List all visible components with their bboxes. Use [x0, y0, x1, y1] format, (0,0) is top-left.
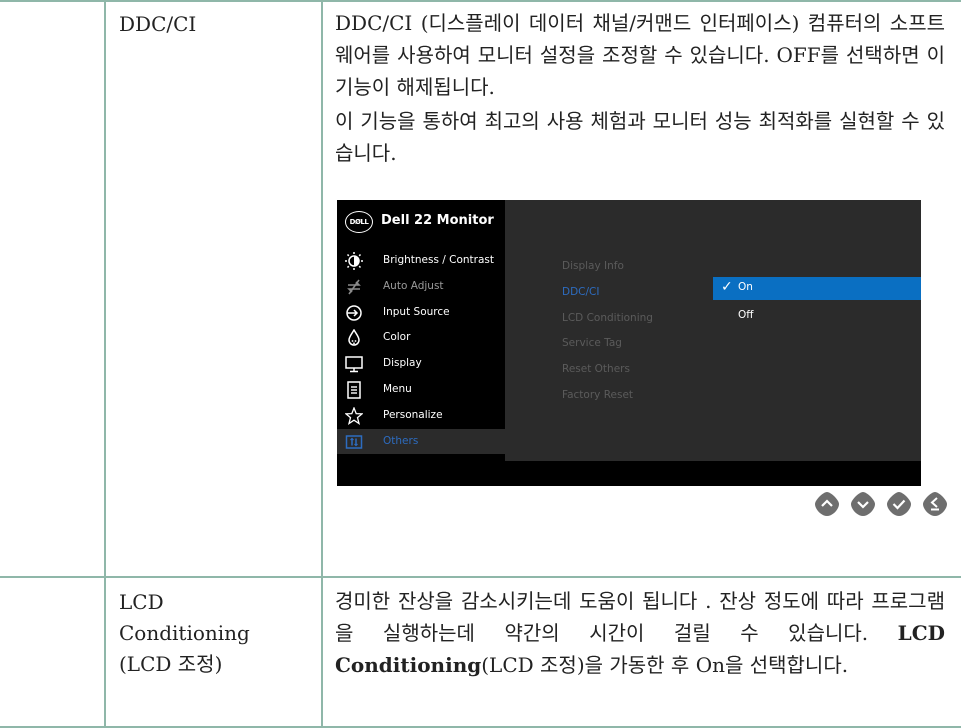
checkmark-icon: ✓ — [721, 279, 733, 295]
menu-item-input-source[interactable]: Input Source — [337, 300, 505, 326]
menu-item-auto-adjust[interactable]: Auto Adjust — [337, 274, 505, 300]
menu-item-others[interactable]: Others — [337, 428, 505, 455]
option-off[interactable]: Off — [738, 309, 754, 321]
menu-item-display[interactable]: Display — [337, 351, 505, 377]
feature-name-lcd-conditioning: LCD Conditioning (LCD 조정) — [119, 587, 250, 680]
input-source-icon — [345, 304, 363, 322]
description-paragraph: 경미한 잔상을 감소시키는데 도움이 됩니다 . 잔상 정도에 따라 프로그램을… — [335, 585, 945, 681]
option-on[interactable]: ✓ On — [713, 277, 921, 300]
back-button-icon[interactable] — [922, 491, 948, 517]
option-on-label: On — [738, 281, 753, 293]
table-row-divider — [0, 576, 961, 578]
menu-icon — [345, 381, 363, 399]
osd-title: Dell 22 Monitor — [381, 213, 494, 228]
menu-item-label: Display — [383, 357, 422, 370]
description-paragraph-2: 이 기능을 통하여 최고의 사용 체험과 모니터 성능 최적화를 실현할 수 있… — [335, 109, 945, 165]
document-page: DDC/CI DDC/CI (디스플레이 데이터 채널/커맨드 인터페이스) 컴… — [0, 0, 961, 728]
menu-item-label: Menu — [383, 382, 412, 395]
osd-menu-screenshot: DØLL Dell 22 Monitor Brightness / Contra… — [337, 200, 921, 486]
menu-item-label: Brightness / Contrast — [383, 254, 495, 266]
display-icon — [345, 355, 363, 373]
color-icon — [345, 328, 363, 347]
submenu-item-service-tag[interactable]: Service Tag — [562, 331, 653, 357]
check-button-icon[interactable] — [886, 491, 912, 517]
feature-description-lcd-conditioning: 경미한 잔상을 감소시키는데 도움이 됩니다 . 잔상 정도에 따라 프로그램을… — [335, 585, 945, 681]
others-icon — [345, 433, 363, 451]
table-column-divider-1 — [104, 0, 106, 728]
feature-name-ddcci: DDC/CI — [119, 12, 197, 36]
menu-item-brightness-contrast[interactable]: Brightness / Contrast — [337, 248, 505, 274]
submenu-item-lcd-conditioning[interactable]: LCD Conditioning — [562, 306, 653, 332]
osd-footer-bar — [337, 461, 921, 486]
table-column-divider-2 — [321, 0, 323, 728]
dell-logo: DØLL — [345, 211, 373, 233]
menu-item-label: Others — [383, 434, 419, 447]
description-text-a: 경미한 잔상을 감소시키는데 도움이 됩니다 . 잔상 정도에 따라 프로그램을… — [335, 589, 945, 645]
auto-adjust-icon — [345, 278, 363, 296]
submenu-item-display-info[interactable]: Display Info — [562, 254, 653, 280]
osd-header: DØLL Dell 22 Monitor — [337, 200, 505, 242]
description-paragraph-1: DDC/CI (디스플레이 데이터 채널/커맨드 인터페이스) 컴퓨터의 소프트… — [335, 11, 945, 99]
feature-description-ddcci: DDC/CI (디스플레이 데이터 채널/커맨드 인터페이스) 컴퓨터의 소프트… — [335, 7, 945, 169]
osd-main-menu: Brightness / Contrast Auto Adjust Input … — [337, 248, 505, 455]
submenu-item-ddcci[interactable]: DDC/CI — [562, 280, 653, 306]
brightness-icon — [345, 252, 363, 270]
star-icon — [344, 406, 364, 425]
feature-name-line-2: Conditioning — [119, 621, 250, 645]
table-border-top — [0, 0, 961, 2]
osd-submenu: Display Info DDC/CI LCD Conditioning Ser… — [562, 254, 653, 409]
submenu-item-factory-reset[interactable]: Factory Reset — [562, 383, 653, 409]
menu-item-menu[interactable]: Menu — [337, 377, 505, 403]
menu-item-label: Input Source — [383, 305, 450, 318]
menu-item-label: Personalize — [383, 408, 443, 421]
up-button-icon[interactable] — [814, 491, 840, 517]
menu-item-personalize[interactable]: Personalize — [337, 403, 505, 429]
menu-item-label: Color — [383, 331, 411, 344]
down-button-icon[interactable] — [850, 491, 876, 517]
menu-item-label: Auto Adjust — [383, 279, 444, 292]
feature-name-line-1: LCD — [119, 590, 164, 614]
feature-name-line-3: (LCD 조정) — [119, 652, 223, 676]
description-text-b: (LCD 조정)을 가동한 후 On을 선택합니다. — [481, 653, 849, 677]
menu-item-color[interactable]: Color — [337, 325, 505, 351]
submenu-item-reset-others[interactable]: Reset Others — [562, 357, 653, 383]
